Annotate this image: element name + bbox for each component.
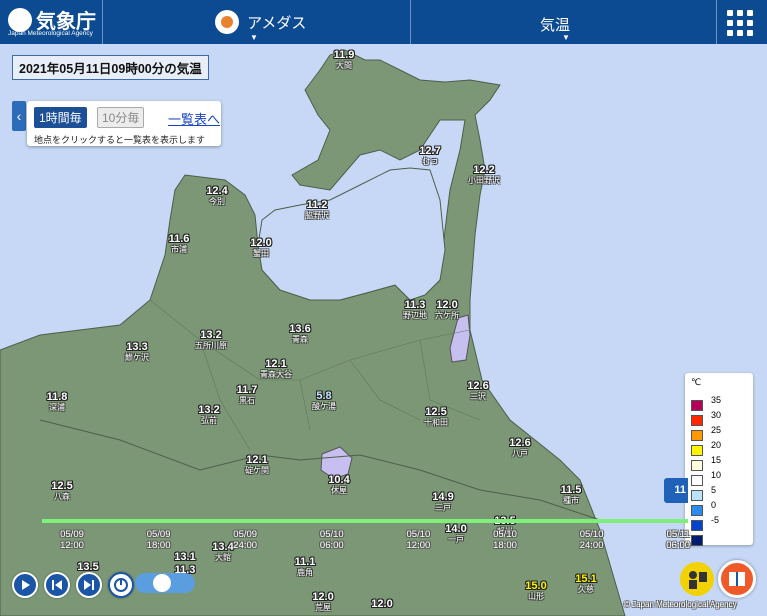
legend-swatch <box>691 490 703 501</box>
legend-swatch <box>691 505 703 516</box>
legend-swatch <box>691 520 703 531</box>
legend-label: 10 <box>711 470 722 480</box>
tick-date: 05/10 <box>579 529 604 540</box>
tick-time: 06:00 <box>319 540 344 551</box>
tick-date: 05/09 <box>60 529 84 540</box>
tick-time: 12:00 <box>406 540 431 551</box>
legend-unit: ℃ <box>691 377 702 387</box>
speed-icon <box>114 578 128 592</box>
tick-time: 18:00 <box>146 540 171 551</box>
last-frame-button[interactable] <box>76 572 102 598</box>
timeline-tick: 05/09 18:00 <box>147 529 171 551</box>
tick-time: 24:00 <box>233 540 258 551</box>
amedas-icon <box>215 10 239 34</box>
element-caret-icon: ▼ <box>562 33 570 42</box>
person-info-icon <box>689 571 707 589</box>
control-panel: 1時間毎 10分毎 一覧表へ 地点をクリックすると一覧表を表示します <box>27 101 221 146</box>
legend-swatch <box>691 475 703 486</box>
skip-back-icon <box>52 580 62 590</box>
service-caret-icon: ▼ <box>250 33 258 42</box>
legend-label: 35 <box>711 395 722 405</box>
jma-logo-icon <box>8 8 32 32</box>
copyright-credit: © Japan Meteorological Agency <box>624 600 737 609</box>
tick-time: 18:00 <box>493 540 517 551</box>
tick-date: 05/11 <box>666 529 690 540</box>
guide-button[interactable] <box>718 560 756 598</box>
jma-logo[interactable]: 気象庁 Japan Meteorological Agency <box>8 4 98 40</box>
timeline-tick: 05/10 18:00 <box>493 529 517 551</box>
tick-date: 05/10 <box>493 529 517 540</box>
service-selector[interactable]: アメダス <box>215 10 306 36</box>
legend-label: 15 <box>711 455 722 465</box>
ten-minute-button[interactable]: 10分毎 <box>97 107 145 128</box>
service-label: アメダス <box>247 14 307 32</box>
warning-info-button[interactable] <box>680 562 714 596</box>
hourly-button[interactable]: 1時間毎 <box>34 107 87 128</box>
header-divider <box>410 0 411 44</box>
element-selector[interactable]: 気温 <box>540 14 570 35</box>
header-bar: 気象庁 Japan Meteorological Agency アメダス ▼ 気… <box>0 0 767 44</box>
legend-swatch <box>691 460 703 471</box>
legend-swatch <box>691 445 703 456</box>
timeline-tick: 05/10 12:00 <box>407 529 431 551</box>
map-title: 2021年05月11日09時00分の気温 <box>12 55 209 80</box>
slider-handle[interactable] <box>153 574 171 592</box>
tick-time: 12:00 <box>60 540 84 551</box>
grid-menu-icon[interactable] <box>725 8 755 38</box>
current-time-badge[interactable]: 11 <box>664 478 688 503</box>
legend-label: 5 <box>711 485 717 495</box>
book-icon <box>729 572 745 586</box>
legend-swatch <box>691 430 703 441</box>
first-frame-button[interactable] <box>44 572 70 598</box>
tick-time: 24:00 <box>579 540 604 551</box>
timeline-tick: 05/10 24:00 <box>580 529 604 551</box>
chevron-left-icon: ‹ <box>16 108 22 124</box>
legend-swatch <box>691 415 703 426</box>
timeline-tick: 05/09 24:00 <box>233 529 257 551</box>
timeline-tick: 05/09 12:00 <box>60 529 84 551</box>
header-divider <box>102 0 103 44</box>
speed-button[interactable] <box>108 572 134 598</box>
play-button[interactable] <box>12 572 38 598</box>
timeline-tick: 05/11 06:00 <box>666 529 690 551</box>
panel-collapse-button[interactable]: ‹ <box>12 101 26 131</box>
timeline-tick: 05/10 06:00 <box>320 529 344 551</box>
legend-swatch <box>691 400 703 411</box>
tick-date: 05/10 <box>406 529 431 540</box>
temperature-legend: ℃ 35 30 25 20 15 10 5 0 -5 <box>685 373 753 546</box>
skip-forward-icon <box>84 580 94 590</box>
play-icon <box>22 580 30 590</box>
legend-label: 30 <box>711 410 722 420</box>
list-link[interactable]: 一覧表へ <box>168 109 220 128</box>
timeline-bar[interactable] <box>42 519 688 523</box>
tick-date: 05/09 <box>233 529 258 540</box>
legend-label: -5 <box>711 515 720 525</box>
header-divider <box>716 0 717 44</box>
speed-slider[interactable] <box>135 573 195 593</box>
tick-date: 05/09 <box>146 529 171 540</box>
legend-label: 20 <box>711 440 722 450</box>
logo-subtitle: Japan Meteorological Agency <box>8 30 93 37</box>
panel-hint: 地点をクリックすると一覧表を表示します <box>34 135 206 145</box>
legend-swatch <box>691 535 703 546</box>
legend-label: 25 <box>711 425 722 435</box>
legend-label: 0 <box>711 500 717 510</box>
tick-time: 06:00 <box>666 540 691 551</box>
tick-date: 05/10 <box>319 529 344 540</box>
